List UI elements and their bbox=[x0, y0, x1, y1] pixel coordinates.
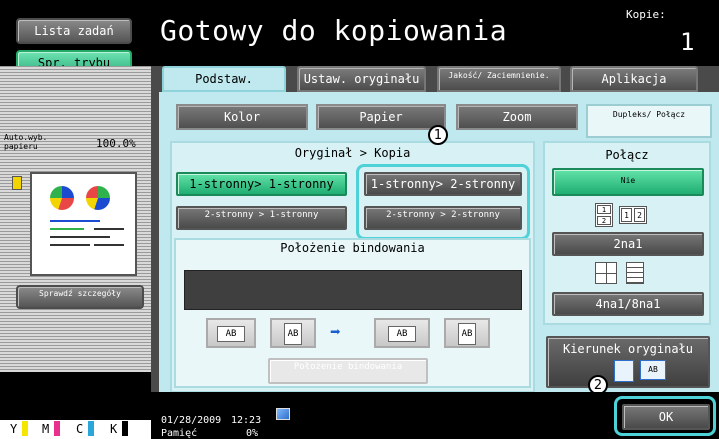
ok-button[interactable]: OK bbox=[622, 404, 710, 430]
copies-label: Kopie: bbox=[626, 8, 666, 21]
toner-label-c: C bbox=[76, 422, 84, 436]
duplex-2to1-button[interactable]: 2-stronny > 1-stronny bbox=[176, 206, 347, 230]
status-date: 01/28/2009 bbox=[161, 415, 222, 426]
memory-label: Pamięć bbox=[161, 428, 198, 439]
duplex-group-title: Oryginał > Kopia bbox=[294, 146, 411, 160]
job-list-button[interactable]: Lista zadań bbox=[16, 18, 132, 44]
text-line bbox=[94, 244, 124, 246]
two-in-one-icon-b: 1 2 bbox=[619, 206, 647, 224]
text-line bbox=[50, 236, 110, 238]
tab-application[interactable]: Aplikacja bbox=[570, 66, 698, 92]
original-indicator-icon bbox=[12, 176, 22, 190]
combine-none-button[interactable]: Nie bbox=[552, 168, 704, 196]
subtab-paper[interactable]: Papier bbox=[316, 104, 446, 130]
toner-c-level bbox=[88, 421, 94, 436]
binding-output-left-button[interactable]: AB bbox=[374, 318, 430, 348]
combine-group-title: Połącz bbox=[605, 148, 649, 162]
page-number-icon: 2 bbox=[634, 208, 645, 222]
arrow-right-icon: ➡ bbox=[330, 322, 341, 343]
status-time: 12:23 bbox=[231, 415, 262, 426]
text-line bbox=[50, 244, 90, 246]
callout-1: 1 bbox=[428, 125, 448, 145]
network-icon bbox=[276, 408, 290, 420]
page-ab-icon: AB bbox=[217, 326, 245, 342]
text-line bbox=[94, 228, 124, 230]
page-ab-icon: AB bbox=[458, 323, 476, 345]
combine-2in1-button[interactable]: 2na1 bbox=[552, 232, 704, 256]
page-title: Gotowy do kopiowania bbox=[160, 14, 508, 47]
eight-in-one-icon bbox=[626, 262, 644, 284]
toner-y-level bbox=[22, 421, 28, 436]
subtab-color[interactable]: Kolor bbox=[176, 104, 308, 130]
binding-position-button[interactable]: Położenie bindowania bbox=[268, 358, 428, 384]
binding-output-top-button[interactable]: AB bbox=[444, 318, 490, 348]
pie-chart-icon bbox=[50, 186, 74, 210]
binding-group-title: Położenie bindowania bbox=[280, 241, 425, 255]
auto-paper-label: Auto.wyb. papieru bbox=[4, 133, 48, 151]
toner-bar: Y M C K bbox=[0, 420, 151, 439]
zoom-value: 100.0% bbox=[96, 137, 136, 150]
toner-label-y: Y bbox=[10, 422, 18, 436]
two-in-one-icon-a: 1 2 bbox=[595, 203, 613, 227]
pie-chart-icon bbox=[86, 186, 110, 210]
copier-screen: Lista zadań Spr. trybu Gotowy do kopiowa… bbox=[0, 0, 719, 439]
page-number-icon: 2 bbox=[597, 216, 611, 225]
combine-4in1-8in1-button[interactable]: 4na1/8na1 bbox=[552, 292, 704, 316]
four-in-one-icon bbox=[595, 262, 617, 284]
portrait-page-icon bbox=[614, 360, 634, 382]
highlight-1 bbox=[356, 164, 530, 240]
check-details-button[interactable]: Sprawdź szczegóły bbox=[16, 285, 144, 309]
text-line bbox=[50, 220, 100, 222]
toner-k-level bbox=[122, 421, 128, 436]
toner-label-k: K bbox=[110, 422, 118, 436]
binding-display bbox=[184, 270, 522, 310]
toner-m-level bbox=[54, 421, 60, 436]
page-number-icon: 1 bbox=[621, 208, 632, 222]
page-preview bbox=[30, 172, 137, 276]
page-ab-icon: AB bbox=[284, 323, 302, 345]
tab-quality-density[interactable]: Jakość/ Zaciemnienie. bbox=[437, 66, 561, 92]
memory-value: 0% bbox=[246, 428, 259, 439]
original-orientation-button[interactable]: Kierunek oryginału AB bbox=[546, 336, 710, 388]
binding-left-button[interactable]: AB bbox=[206, 318, 256, 348]
binding-top-button[interactable]: AB bbox=[270, 318, 316, 348]
subtab-duplex-combine[interactable]: Dupleks/ Połącz bbox=[586, 104, 712, 138]
page-number-icon: 1 bbox=[597, 205, 611, 214]
toner-label-m: M bbox=[42, 422, 50, 436]
tab-original-settings[interactable]: Ustaw. oryginału bbox=[297, 66, 426, 92]
subtab-zoom[interactable]: Zoom bbox=[456, 104, 578, 130]
landscape-page-icon: AB bbox=[640, 360, 666, 380]
duplex-1to1-button[interactable]: 1-stronny> 1-stronny bbox=[176, 172, 347, 196]
copies-count: 1 bbox=[680, 28, 695, 56]
text-line bbox=[50, 228, 84, 230]
orientation-label: Kierunek oryginału bbox=[562, 342, 694, 356]
tab-basic[interactable]: Podstaw. bbox=[162, 66, 286, 92]
page-ab-icon: AB bbox=[388, 326, 416, 342]
